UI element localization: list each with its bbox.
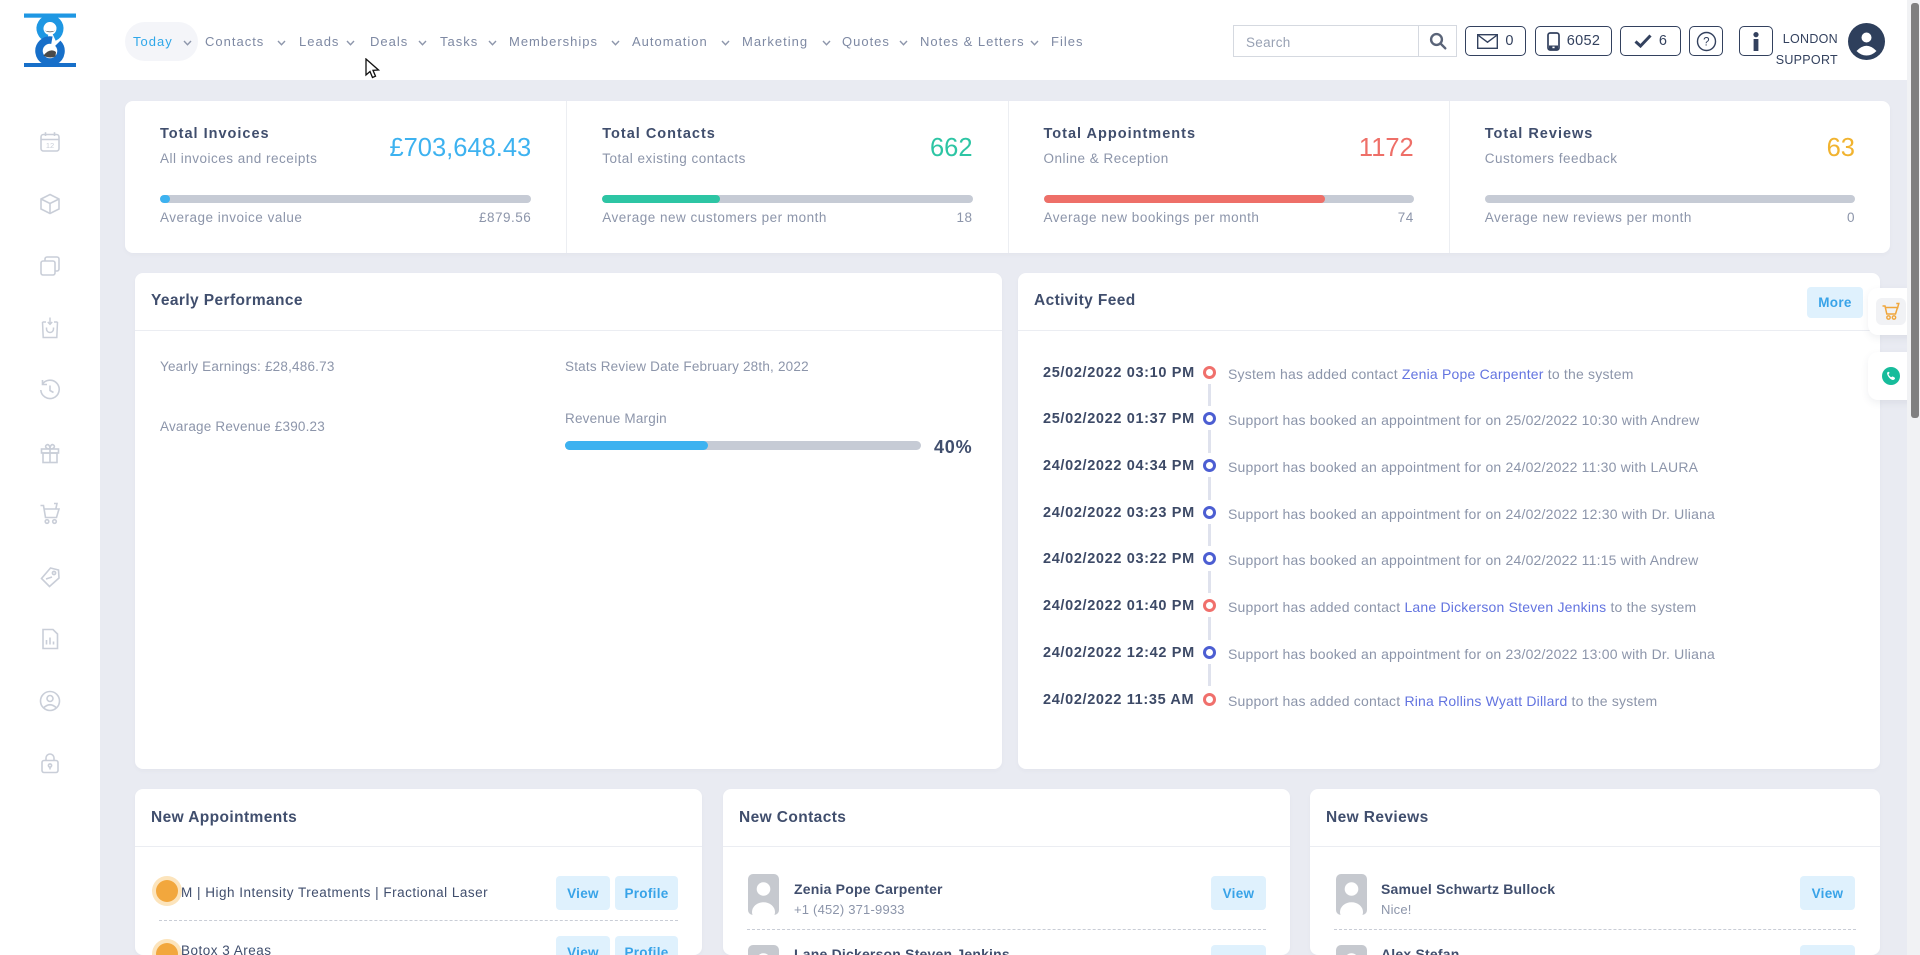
svg-text:?: ?	[1703, 36, 1710, 48]
svg-text:12: 12	[46, 141, 54, 150]
